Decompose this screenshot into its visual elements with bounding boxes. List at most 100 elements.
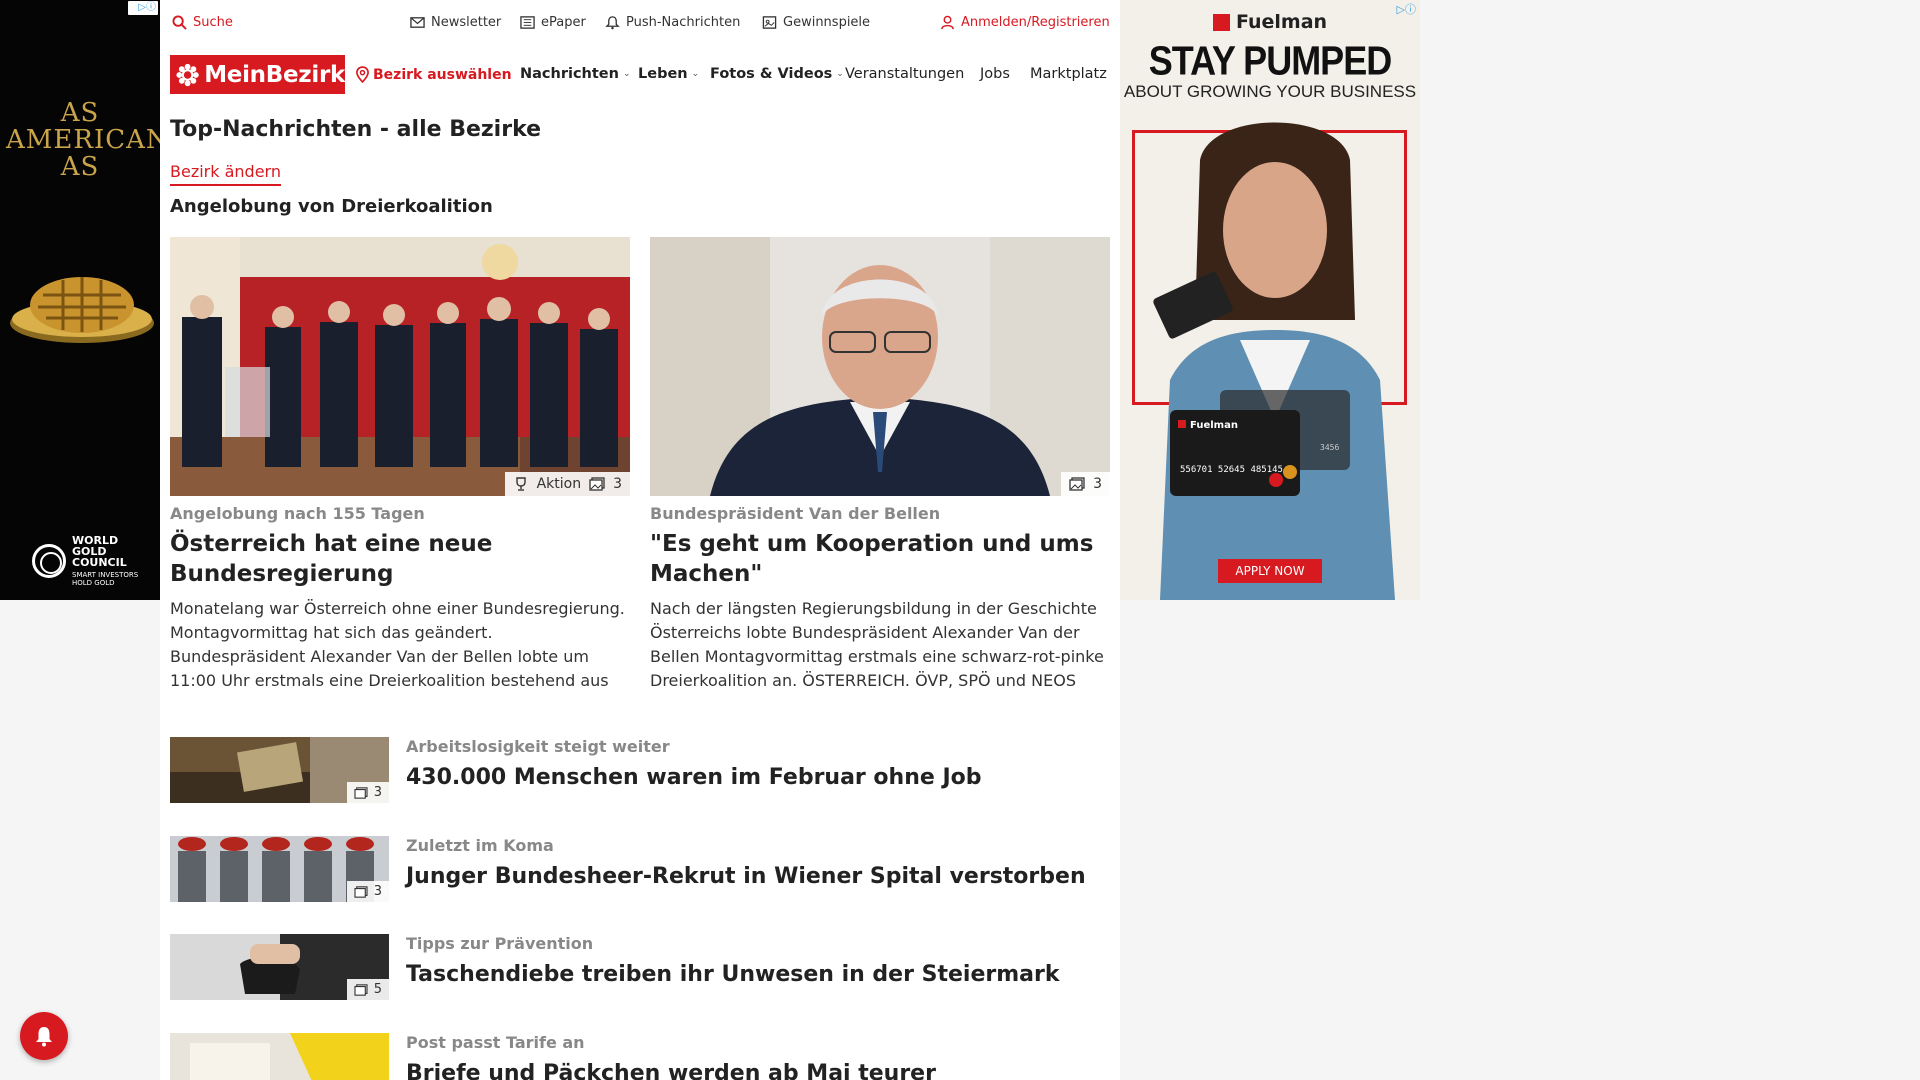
apply-now-button[interactable]: APPLY NOW — [1218, 559, 1322, 583]
login-link[interactable]: Anmelden/Registrieren — [940, 15, 1110, 30]
photo-count: 3 — [373, 785, 382, 800]
article-teaser-small[interactable]: 3 Arbeitslosigkeit steigt weiter 430.000… — [170, 737, 1110, 803]
login-label: Anmelden/Registrieren — [961, 15, 1110, 30]
article-thumbnail[interactable] — [170, 1033, 389, 1080]
nav-veranstaltungen[interactable]: Veranstaltungen — [845, 66, 964, 82]
post-photo — [170, 1033, 389, 1080]
trophy-icon — [515, 477, 526, 491]
right-advertisement[interactable]: ▷ⓘ Fuelman STAY PUMPED ABOUT GROWING YOU… — [1120, 0, 1420, 600]
nav-jobs-label: Jobs — [980, 66, 1010, 82]
image-badge: Aktion 3 — [504, 472, 630, 496]
woman-with-card-image: Fuelman 556701 52645 485145 3456 — [1153, 122, 1395, 600]
push-notifications-link[interactable]: Push-Nachrichten — [605, 15, 740, 30]
article-kicker: Bundespräsident Van der Bellen — [650, 504, 941, 523]
article-title[interactable]: Junger Bundesheer-Rekrut in Wiener Spita… — [406, 864, 1086, 889]
article-title[interactable]: "Es geht um Kooperation und ums Machen" — [650, 529, 1110, 589]
image-badge: 3 — [346, 881, 389, 902]
change-bezirk-link[interactable]: Bezirk ändern — [170, 162, 281, 186]
chevron-down-icon: ⌄ — [622, 69, 631, 79]
nav-leben[interactable]: Leben ⌄ — [638, 66, 699, 82]
photo-count: 5 — [373, 982, 382, 997]
wgc-ring-icon — [32, 544, 66, 578]
nav-marktplatz[interactable]: Marktplatz — [1030, 66, 1112, 82]
epaper-label: ePaper — [541, 15, 586, 30]
bezirk-select-button[interactable]: Bezirk auswählen — [356, 66, 512, 83]
card-brand: Fuelman — [1190, 420, 1238, 431]
chevron-down-icon: ⌄ — [836, 69, 844, 79]
fuel-card: Fuelman 556701 52645 485145 — [1170, 410, 1300, 496]
world-gold-council-logo: WORLD GOLD COUNCIL SMART INVESTORS HOLD … — [32, 535, 152, 587]
card-last-digits: 3456 — [1320, 443, 1339, 452]
article-image[interactable]: Aktion 3 — [170, 237, 630, 496]
article-kicker: Angelobung nach 155 Tagen — [170, 504, 425, 523]
utility-bar: Suche Newsletter ePaper Push-Nachrichten… — [160, 0, 1120, 46]
search-label: Suche — [193, 15, 233, 30]
main-content: Suche Newsletter ePaper Push-Nachrichten… — [160, 0, 1120, 1080]
article-title[interactable]: 430.000 Menschen waren im Februar ohne J… — [406, 765, 982, 790]
nav-nachrichten-label: Nachrichten — [520, 66, 619, 82]
ad-headline: AS AMERICAN AS — [6, 98, 160, 182]
article-teaser-small[interactable]: 5 Tipps zur Prävention Taschendiebe trei… — [170, 934, 1110, 1000]
article-teaser-large[interactable]: Aktion 3 Angelobung nach 155 Tagen Öster… — [170, 237, 630, 693]
article-title[interactable]: Briefe und Päckchen werden ab Mai teurer — [406, 1061, 936, 1080]
chevron-down-icon: ⌄ — [691, 69, 700, 79]
meinbezirk-logo[interactable]: MeinBezirk — [170, 55, 345, 94]
article-thumbnail[interactable]: 3 — [170, 836, 389, 902]
bell-icon — [605, 16, 620, 30]
article-kicker: Post passt Tarife an — [406, 1033, 585, 1052]
article-thumbnail[interactable]: 5 — [170, 934, 389, 1000]
bezirk-select-label: Bezirk auswählen — [373, 66, 512, 83]
flower-logo-icon — [176, 63, 199, 86]
ad-headline: STAY PUMPED — [1148, 37, 1392, 84]
ad-brand: Fuelman — [1120, 11, 1420, 33]
nav-jobs[interactable]: Jobs — [980, 66, 1010, 82]
article-kicker: Arbeitslosigkeit steigt weiter — [406, 737, 670, 756]
image-badge: 3 — [346, 782, 389, 803]
article-title[interactable]: Taschendiebe treiben ihr Unwesen in der … — [406, 962, 1059, 987]
article-teaser-large[interactable]: 3 Bundespräsident Van der Bellen "Es geh… — [650, 237, 1110, 693]
newsletter-link[interactable]: Newsletter — [410, 15, 501, 30]
president-photo — [650, 237, 1110, 496]
nav-fotos-videos-label: Fotos & Videos — [710, 66, 833, 82]
push-label: Push-Nachrichten — [626, 15, 741, 30]
image-badge: 3 — [1061, 472, 1110, 496]
wgc-name: WORLD GOLD COUNCIL — [72, 534, 127, 569]
location-pin-icon — [356, 66, 369, 83]
gewinnspiele-label: Gewinnspiele — [783, 15, 871, 30]
gold-pie-image — [10, 277, 154, 343]
main-navigation: MeinBezirk Bezirk auswählen Nachrichten ⌄… — [160, 50, 1120, 102]
article-kicker: Tipps zur Prävention — [406, 934, 594, 953]
article-thumbnail[interactable]: 3 — [170, 737, 389, 803]
bell-icon — [36, 1027, 52, 1047]
envelope-icon — [410, 17, 425, 28]
nav-nachrichten[interactable]: Nachrichten ⌄ — [520, 66, 631, 82]
article-image[interactable]: 3 — [650, 237, 1110, 496]
notification-bell-button[interactable] — [20, 1012, 68, 1060]
page-title: Top-Nachrichten - alle Bezirke — [170, 117, 542, 142]
user-icon — [941, 15, 954, 30]
gallery-icon — [354, 983, 368, 996]
ad-subheadline: ABOUT GROWING YOUR BUSINESS — [1123, 82, 1417, 101]
nav-marktplatz-label: Marktplatz — [1030, 66, 1107, 82]
photo-count: 3 — [613, 476, 622, 492]
article-excerpt: Nach der längsten Regierungsbildung in d… — [650, 599, 1104, 690]
gewinnspiele-link[interactable]: Gewinnspiele — [762, 15, 870, 30]
adchoices-icon[interactable]: ▷ⓘ — [128, 1, 158, 15]
nav-fotos-videos[interactable]: Fotos & Videos ⌄ — [710, 66, 844, 82]
article-title[interactable]: Österreich hat eine neue Bundesregierung — [170, 529, 630, 589]
photo-count: 3 — [1093, 476, 1102, 492]
search-button[interactable]: Suche — [172, 15, 233, 30]
nav-veranstaltungen-label: Veranstaltungen — [845, 66, 965, 82]
article-teaser-small[interactable]: 3 Zuletzt im Koma Junger Bundesheer-Rekr… — [170, 836, 1110, 902]
ad-brand-label: Fuelman — [1235, 11, 1328, 33]
search-icon — [172, 15, 187, 30]
gallery-icon — [354, 786, 368, 799]
epaper-link[interactable]: ePaper — [520, 15, 586, 30]
article-teaser-small[interactable]: Post passt Tarife an Briefe und Päckchen… — [170, 1033, 1110, 1080]
left-advertisement[interactable]: ▷ⓘ AS AMERICAN AS WORLD GOLD COUNCIL SMA… — [0, 0, 160, 600]
aktion-label: Aktion — [536, 476, 582, 492]
fuelman-logo-icon — [1212, 13, 1230, 31]
image-badge: 5 — [346, 979, 389, 1000]
logo-text: MeinBezirk — [204, 61, 345, 88]
gallery-icon — [589, 477, 605, 491]
